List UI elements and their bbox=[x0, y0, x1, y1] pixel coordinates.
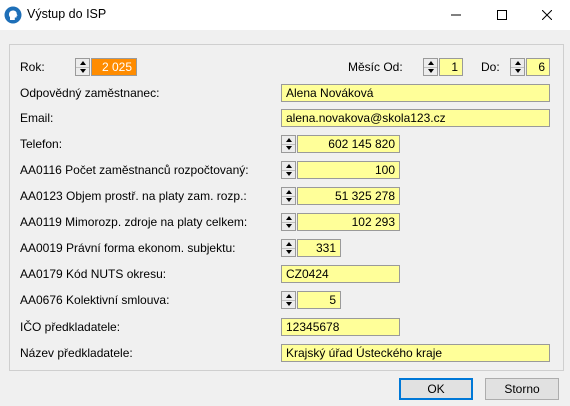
minimize-button[interactable] bbox=[433, 0, 479, 30]
spin-down-icon[interactable] bbox=[282, 222, 295, 230]
aa0116-label: AA0116 Počet zaměstnanců rozpočtovaný: bbox=[20, 163, 249, 177]
nazev-label: Název předkladatele: bbox=[20, 346, 133, 360]
spin-down-icon[interactable] bbox=[282, 170, 295, 178]
aa0119-label: AA0119 Mimorozp. zdroje na platy celkem: bbox=[20, 215, 248, 229]
mesic-od-input[interactable]: 1 bbox=[439, 58, 463, 76]
aa0123-label: AA0123 Objem prostř. na platy zam. rozp.… bbox=[20, 189, 247, 203]
nazev-input[interactable]: Krajský úřad Ústeckého kraje bbox=[281, 344, 550, 362]
aa0119-spinner[interactable] bbox=[281, 213, 296, 231]
aa0116-spinner[interactable] bbox=[281, 161, 296, 179]
spin-down-icon[interactable] bbox=[511, 67, 524, 75]
aa0116-input[interactable]: 100 bbox=[297, 161, 400, 179]
spin-down-icon[interactable] bbox=[282, 300, 295, 308]
ico-input[interactable]: 12345678 bbox=[281, 318, 400, 336]
phone-label: Telefon: bbox=[20, 137, 63, 151]
rok-spinner[interactable] bbox=[75, 58, 90, 76]
phone-spinner[interactable] bbox=[281, 135, 296, 153]
window-title: Výstup do ISP bbox=[27, 7, 107, 21]
spin-down-icon[interactable] bbox=[282, 196, 295, 204]
aa0676-spinner[interactable] bbox=[281, 291, 296, 309]
do-label: Do: bbox=[481, 60, 500, 74]
aa0676-input[interactable]: 5 bbox=[297, 291, 341, 309]
aa0119-input[interactable]: 102 293 bbox=[297, 213, 400, 231]
aa0123-spinner[interactable] bbox=[281, 187, 296, 205]
aa0676-label: AA0676 Kolektivní smlouva: bbox=[20, 293, 170, 307]
spin-down-icon[interactable] bbox=[282, 144, 295, 152]
close-button[interactable] bbox=[524, 0, 570, 30]
minimize-icon bbox=[451, 14, 461, 16]
email-label: Email: bbox=[20, 111, 54, 125]
ok-button[interactable]: OK bbox=[399, 378, 473, 400]
aa0179-label: AA0179 Kód NUTS okresu: bbox=[20, 267, 167, 281]
maximize-button[interactable] bbox=[479, 0, 525, 30]
aa0019-spinner[interactable] bbox=[281, 239, 296, 257]
mesic-od-label: Měsíc Od: bbox=[348, 60, 403, 74]
aa0019-input[interactable]: 331 bbox=[297, 239, 341, 257]
phone-input[interactable]: 602 145 820 bbox=[297, 135, 400, 153]
employee-label: Odpovědný zaměstnanec: bbox=[20, 86, 160, 100]
aa0019-label: AA0019 Právní forma ekonom. subjektu: bbox=[20, 241, 236, 255]
rok-label: Rok: bbox=[20, 60, 45, 74]
aa0123-input[interactable]: 51 325 278 bbox=[297, 187, 400, 205]
spin-down-icon[interactable] bbox=[424, 67, 437, 75]
title-bar: Výstup do ISP bbox=[0, 0, 570, 30]
email-input[interactable]: alena.novakova@skola123.cz bbox=[281, 109, 550, 127]
aa0179-input[interactable]: CZ0424 bbox=[281, 265, 400, 283]
rok-input[interactable]: 2 025 bbox=[91, 58, 137, 76]
do-input[interactable]: 6 bbox=[526, 58, 550, 76]
spin-down-icon[interactable] bbox=[76, 67, 89, 75]
spin-down-icon[interactable] bbox=[282, 248, 295, 256]
head-silhouette-icon bbox=[4, 6, 22, 24]
do-spinner[interactable] bbox=[510, 58, 525, 76]
ico-label: IČO předkladatele: bbox=[20, 320, 121, 334]
cancel-button[interactable]: Storno bbox=[485, 378, 559, 400]
employee-input[interactable]: Alena Nováková bbox=[281, 84, 550, 102]
maximize-icon bbox=[497, 10, 507, 20]
close-icon bbox=[542, 10, 552, 20]
mesic-od-spinner[interactable] bbox=[423, 58, 438, 76]
